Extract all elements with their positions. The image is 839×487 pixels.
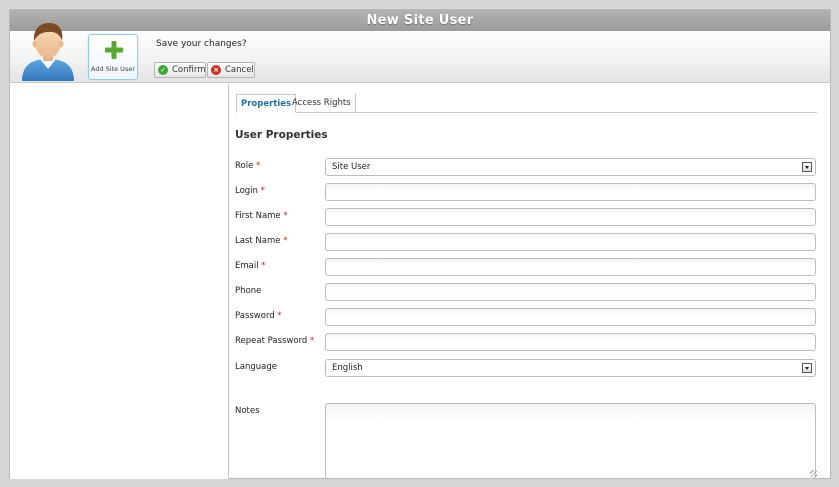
chevron-down-icon[interactable] xyxy=(802,162,812,172)
tab-bar: Properties Access Rights xyxy=(236,94,817,113)
repeat-password-label: Repeat Password * xyxy=(235,336,315,346)
notes-textarea[interactable] xyxy=(325,403,816,479)
phone-field[interactable] xyxy=(325,283,816,301)
section-title: User Properties xyxy=(235,129,328,141)
required-marker: * xyxy=(260,186,265,196)
add-site-user-button[interactable]: Add Site User xyxy=(88,34,138,80)
email-field[interactable] xyxy=(325,258,816,276)
language-select[interactable]: English xyxy=(325,359,816,377)
login-label: Login * xyxy=(235,186,265,196)
required-marker: * xyxy=(261,261,266,271)
user-avatar-icon xyxy=(18,19,78,81)
check-circle-icon: ✓ xyxy=(158,65,168,75)
password-label: Password * xyxy=(235,311,282,321)
repeat-password-field[interactable] xyxy=(325,333,816,351)
role-select[interactable]: Site User xyxy=(325,158,816,176)
login-field[interactable] xyxy=(325,183,816,201)
first-name-field[interactable] xyxy=(325,208,816,226)
last-name-label: Last Name * xyxy=(235,236,288,246)
add-site-user-label: Add Site User xyxy=(90,65,135,73)
properties-panel: Properties Access Rights User Properties… xyxy=(230,84,832,479)
cancel-button[interactable]: × Cancel xyxy=(207,62,255,78)
phone-label: Phone xyxy=(235,286,262,296)
required-marker: * xyxy=(310,336,315,346)
required-marker: * xyxy=(277,311,282,321)
chevron-down-icon[interactable] xyxy=(802,363,812,373)
password-field[interactable] xyxy=(325,308,816,326)
save-prompt: Save your changes? xyxy=(156,39,247,49)
green-plus-icon xyxy=(105,41,123,59)
notes-label: Notes xyxy=(235,406,260,416)
language-value: English xyxy=(332,363,363,373)
last-name-field[interactable] xyxy=(325,233,816,251)
resize-grip-icon[interactable] xyxy=(810,470,817,477)
window-title: New Site User xyxy=(10,10,830,31)
new-site-user-window: New Site User Add Site User Save your ch… xyxy=(9,9,831,479)
confirm-label: Confirm xyxy=(172,65,206,75)
email-label: Email * xyxy=(235,261,266,271)
role-label: Role * xyxy=(235,161,261,171)
toolbar: Add Site User Save your changes? ✓ Confi… xyxy=(10,23,830,83)
left-panel xyxy=(10,84,229,479)
x-circle-icon: × xyxy=(211,65,221,75)
tab-access-rights[interactable]: Access Rights xyxy=(288,94,356,113)
required-marker: * xyxy=(283,211,288,221)
role-value: Site User xyxy=(332,162,371,172)
cancel-label: Cancel xyxy=(225,65,254,75)
required-marker: * xyxy=(256,161,261,171)
language-label: Language xyxy=(235,362,277,372)
confirm-button[interactable]: ✓ Confirm xyxy=(154,62,206,78)
required-marker: * xyxy=(283,236,288,246)
first-name-label: First Name * xyxy=(235,211,288,221)
